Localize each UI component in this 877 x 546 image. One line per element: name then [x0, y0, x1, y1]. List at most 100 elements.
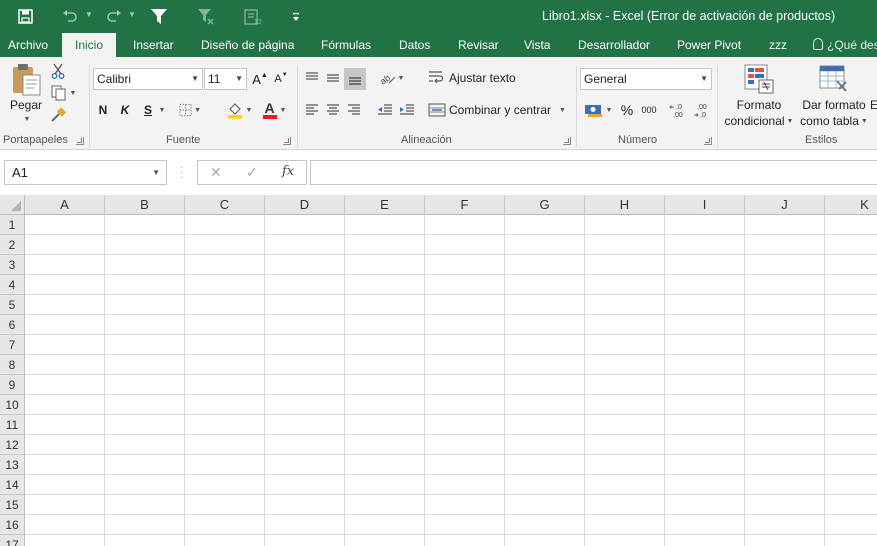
- column-header-f[interactable]: F: [425, 195, 505, 215]
- paste-icon[interactable]: [9, 61, 43, 97]
- row-header-3[interactable]: 3: [0, 255, 25, 275]
- number-format-dropdown-icon[interactable]: ▼: [700, 69, 708, 89]
- tab-revisar[interactable]: Revisar: [458, 33, 499, 57]
- column-header-d[interactable]: D: [265, 195, 345, 215]
- row-header-14[interactable]: 14: [0, 475, 25, 495]
- row-header-4[interactable]: 4: [0, 275, 25, 295]
- copy-icon[interactable]: [49, 84, 67, 102]
- format-as-table-label-1[interactable]: Dar formato: [797, 97, 871, 113]
- orientation-button[interactable]: ab ▼: [377, 68, 407, 88]
- row-header-15[interactable]: 15: [0, 495, 25, 515]
- clipboard-launcher-icon[interactable]: [76, 137, 84, 145]
- tab-insertar[interactable]: Insertar: [133, 33, 174, 57]
- column-header-j[interactable]: J: [745, 195, 825, 215]
- align-middle-icon[interactable]: [323, 68, 343, 88]
- font-size-dropdown-icon[interactable]: ▼: [235, 69, 243, 89]
- row-header-7[interactable]: 7: [0, 335, 25, 355]
- paste-button[interactable]: Pegar: [6, 97, 46, 113]
- column-header-e[interactable]: E: [345, 195, 425, 215]
- font-name-dropdown-icon[interactable]: ▼: [191, 69, 199, 89]
- row-header-17[interactable]: 17: [0, 535, 25, 546]
- undo-icon[interactable]: [58, 0, 82, 33]
- paste-dropdown-icon[interactable]: ▼: [22, 114, 32, 124]
- thousands-separator-button[interactable]: 000: [638, 100, 660, 120]
- tab-datos[interactable]: Datos: [399, 33, 430, 57]
- align-right-icon[interactable]: [344, 100, 364, 120]
- tab-desarrollador[interactable]: Desarrollador: [578, 33, 650, 57]
- format-painter-icon[interactable]: [49, 106, 67, 124]
- name-box[interactable]: A1 ▼: [4, 160, 167, 185]
- conditional-format-label-1[interactable]: Formato: [722, 97, 796, 113]
- decrease-indent-icon[interactable]: [375, 100, 395, 120]
- customize-qat-icon[interactable]: [288, 0, 304, 33]
- row-header-1[interactable]: 1: [0, 215, 25, 235]
- name-box-dropdown-icon[interactable]: ▼: [152, 161, 160, 184]
- tab-zzz[interactable]: zzz: [769, 33, 787, 57]
- wrap-text-button[interactable]: Ajustar texto: [428, 68, 516, 88]
- font-size-combo[interactable]: 11 ▼: [204, 68, 247, 90]
- redo-dropdown-icon[interactable]: ▼: [128, 10, 136, 19]
- format-as-table-button[interactable]: como tabla ▼: [797, 113, 871, 129]
- row-header-11[interactable]: 11: [0, 415, 25, 435]
- increase-decimal-icon[interactable]: ,0,00: [668, 100, 688, 120]
- column-header-i[interactable]: I: [665, 195, 745, 215]
- decrease-font-size-button[interactable]: A ▼: [272, 69, 290, 89]
- copy-dropdown-icon[interactable]: ▼: [68, 88, 78, 98]
- underline-button[interactable]: S: [140, 100, 156, 120]
- tab-power-pivot[interactable]: Power Pivot: [677, 33, 741, 57]
- fill-color-button[interactable]: ▼: [223, 100, 255, 120]
- number-format-combo[interactable]: General ▼: [580, 68, 712, 90]
- column-header-a[interactable]: A: [25, 195, 105, 215]
- bold-button[interactable]: N: [95, 100, 111, 120]
- align-center-icon[interactable]: [323, 100, 343, 120]
- row-header-5[interactable]: 5: [0, 295, 25, 315]
- redo-icon[interactable]: [102, 0, 126, 33]
- align-bottom-icon[interactable]: [344, 68, 366, 90]
- accounting-format-button[interactable]: ▼: [582, 100, 614, 120]
- align-top-icon[interactable]: [302, 68, 322, 88]
- column-header-b[interactable]: B: [105, 195, 185, 215]
- underline-dropdown-icon[interactable]: ▼: [157, 103, 167, 117]
- row-header-12[interactable]: 12: [0, 435, 25, 455]
- tab-inicio[interactable]: Inicio: [62, 33, 117, 58]
- increase-indent-icon[interactable]: [397, 100, 417, 120]
- row-header-2[interactable]: 2: [0, 235, 25, 255]
- percent-button[interactable]: %: [618, 100, 636, 120]
- borders-button[interactable]: ▼: [179, 100, 201, 120]
- align-left-icon[interactable]: [302, 100, 322, 120]
- column-header-k[interactable]: K: [825, 195, 877, 215]
- clear-filter-icon[interactable]: [195, 0, 217, 33]
- undo-dropdown-icon[interactable]: ▼: [85, 10, 93, 19]
- merge-center-button[interactable]: Combinar y centrar ▼: [428, 100, 566, 120]
- cut-icon[interactable]: [49, 62, 67, 80]
- cancel-formula-button[interactable]: ✕: [210, 164, 222, 181]
- column-header-c[interactable]: C: [185, 195, 265, 215]
- row-header-16[interactable]: 16: [0, 515, 25, 535]
- cell-styles-button-partial[interactable]: E: [870, 97, 877, 113]
- increase-font-size-button[interactable]: A ▲: [251, 69, 269, 89]
- select-all-button[interactable]: [0, 195, 25, 215]
- formula-bar-grip-icon[interactable]: · · ·: [180, 163, 184, 183]
- tell-me-box[interactable]: ¿Qué des: [813, 33, 877, 57]
- tab-vista[interactable]: Vista: [524, 33, 550, 57]
- cell-area[interactable]: [25, 215, 877, 546]
- decrease-decimal-icon[interactable]: ,00,0: [692, 100, 712, 120]
- number-launcher-icon[interactable]: [704, 137, 712, 145]
- italic-button[interactable]: K: [117, 100, 133, 120]
- row-header-9[interactable]: 9: [0, 375, 25, 395]
- filter-icon[interactable]: [148, 0, 170, 33]
- tab-formulas[interactable]: Fórmulas: [321, 33, 371, 57]
- alignment-launcher-icon[interactable]: [563, 137, 571, 145]
- row-header-13[interactable]: 13: [0, 455, 25, 475]
- column-header-g[interactable]: G: [505, 195, 585, 215]
- column-header-h[interactable]: H: [585, 195, 665, 215]
- font-launcher-icon[interactable]: [283, 137, 291, 145]
- tab-diseno-pagina[interactable]: Diseño de página: [201, 33, 294, 57]
- format-as-table-icon[interactable]: [815, 62, 851, 96]
- font-color-button[interactable]: A ▼: [258, 100, 290, 120]
- font-name-combo[interactable]: Calibri ▼: [93, 68, 203, 90]
- formula-input[interactable]: [310, 160, 877, 185]
- tab-archivo[interactable]: Archivo: [8, 33, 48, 57]
- enter-formula-button[interactable]: ✓: [246, 164, 258, 181]
- row-header-10[interactable]: 10: [0, 395, 25, 415]
